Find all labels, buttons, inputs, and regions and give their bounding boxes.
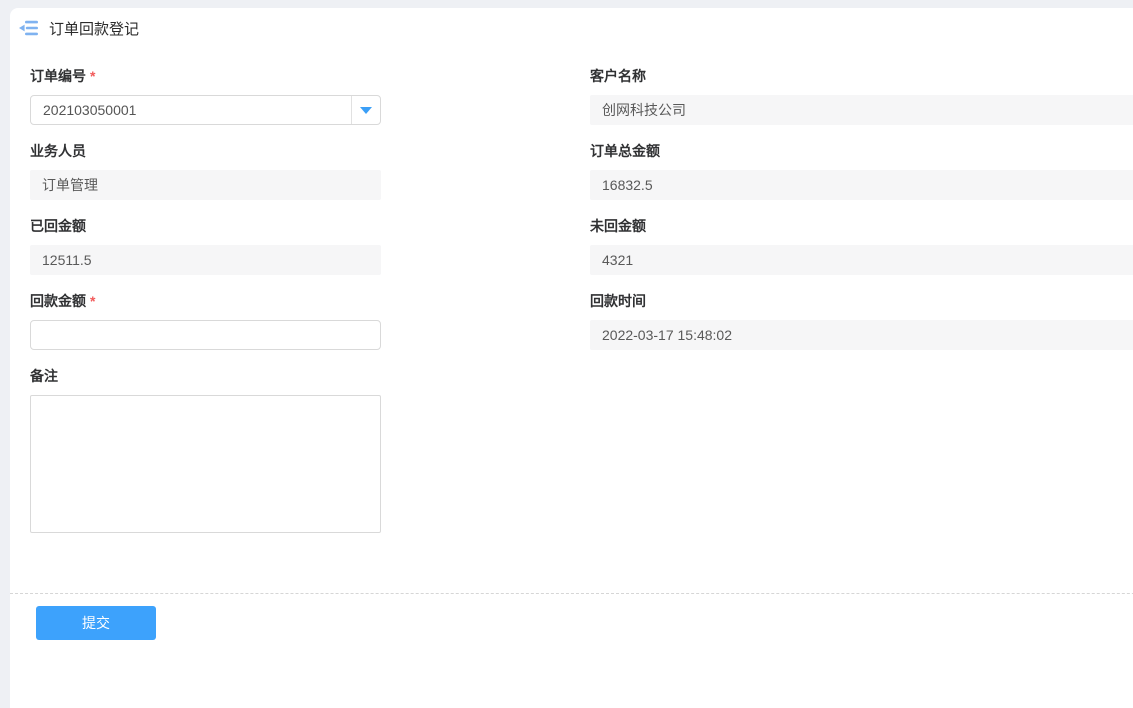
field-remarks: 备注 <box>30 366 590 533</box>
field-payment-amount: 回款金额* <box>30 291 590 350</box>
remarks-textarea[interactable] <box>30 395 381 533</box>
form-row-4: 回款金额* 回款时间 2022-03-17 15:48:02 <box>30 291 1133 350</box>
payment-amount-label: 回款金额* <box>30 291 590 311</box>
customer-name-value: 创网科技公司 <box>590 95 1133 125</box>
payment-amount-label-text: 回款金额 <box>30 293 86 309</box>
payment-time-label: 回款时间 <box>590 291 1133 311</box>
payment-form: 订单编号* 202103050001 客户名称 创网科技公司 业务人员 订单管理 <box>10 48 1133 533</box>
order-no-selected-value: 202103050001 <box>31 96 351 124</box>
select-arrow-zone[interactable] <box>351 96 380 124</box>
field-customer-name: 客户名称 创网科技公司 <box>590 66 1133 125</box>
submit-button[interactable]: 提交 <box>36 606 156 640</box>
field-received-amount: 已回金额 12511.5 <box>30 216 590 275</box>
field-payment-time: 回款时间 2022-03-17 15:48:02 <box>590 291 1133 350</box>
empty-cell <box>590 366 1133 533</box>
payment-time-value: 2022-03-17 15:48:02 <box>590 320 1133 350</box>
form-row-1: 订单编号* 202103050001 客户名称 创网科技公司 <box>30 66 1133 125</box>
required-asterisk: * <box>90 293 95 309</box>
order-payment-card: 订单回款登记 订单编号* 202103050001 客户名称 创网科技公司 <box>10 8 1133 708</box>
form-row-2: 业务人员 订单管理 订单总金额 16832.5 <box>30 141 1133 200</box>
page-title: 订单回款登记 <box>49 18 139 39</box>
form-row-5: 备注 <box>30 366 1133 533</box>
order-no-label: 订单编号* <box>30 66 590 86</box>
field-salesperson: 业务人员 订单管理 <box>30 141 590 200</box>
remarks-label: 备注 <box>30 366 590 386</box>
order-total-value: 16832.5 <box>590 170 1133 200</box>
order-total-label: 订单总金额 <box>590 141 1133 161</box>
form-row-3: 已回金额 12511.5 未回金额 4321 <box>30 216 1133 275</box>
page-header: 订单回款登记 <box>10 8 1133 48</box>
salesperson-value: 订单管理 <box>30 170 381 200</box>
payment-amount-input[interactable] <box>30 320 381 350</box>
order-no-label-text: 订单编号 <box>30 68 86 84</box>
menu-fold-icon[interactable] <box>19 20 39 36</box>
field-order-no: 订单编号* 202103050001 <box>30 66 590 125</box>
received-amount-value: 12511.5 <box>30 245 381 275</box>
order-no-select[interactable]: 202103050001 <box>30 95 381 125</box>
outstanding-amount-value: 4321 <box>590 245 1133 275</box>
field-outstanding-amount: 未回金额 4321 <box>590 216 1133 275</box>
required-asterisk: * <box>90 68 95 84</box>
field-order-total: 订单总金额 16832.5 <box>590 141 1133 200</box>
outstanding-amount-label: 未回金额 <box>590 216 1133 236</box>
customer-name-label: 客户名称 <box>590 66 1133 86</box>
received-amount-label: 已回金额 <box>30 216 590 236</box>
chevron-down-icon <box>360 107 372 114</box>
form-footer: 提交 <box>10 593 1133 700</box>
salesperson-label: 业务人员 <box>30 141 590 161</box>
